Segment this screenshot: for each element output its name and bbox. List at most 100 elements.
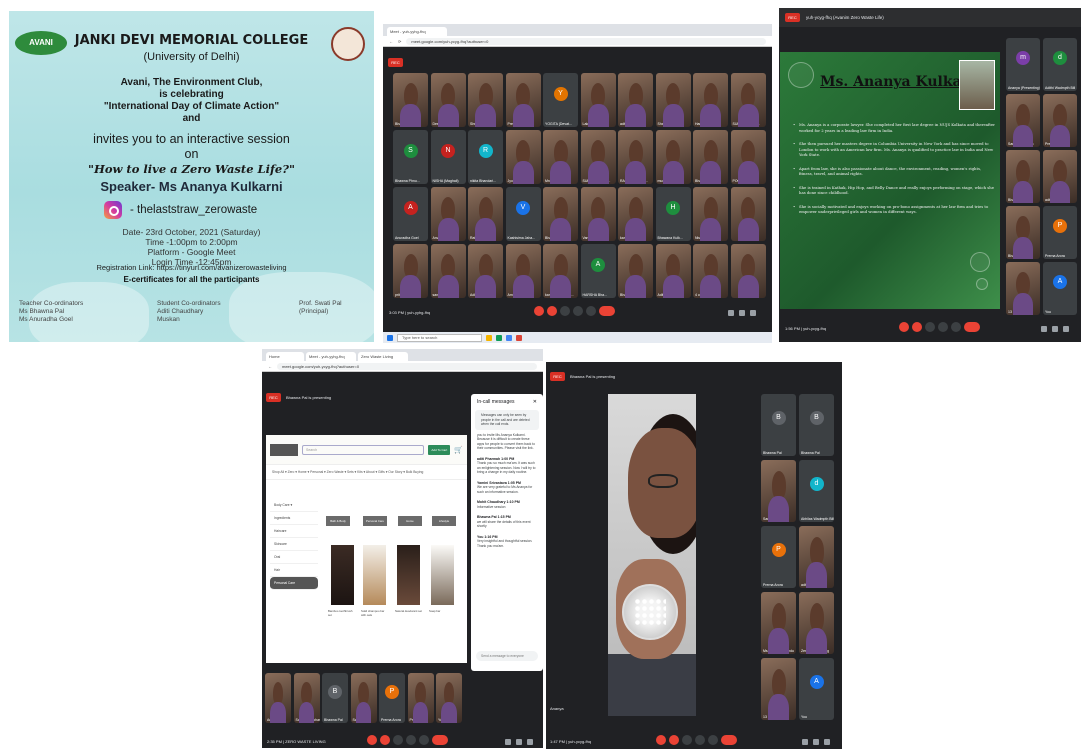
participant-tile[interactable]: d Abhilas Wadmpth Bill [799,460,834,522]
participant-tile[interactable]: sanenji Prasoodil [430,244,466,298]
product-caption[interactable]: Bamboo toothbrush set [328,609,356,617]
present-button[interactable] [938,322,948,332]
browser-tab[interactable]: Home [266,352,304,361]
participant-tile[interactable]: P Prerna Arora [1043,206,1077,259]
participant-tile[interactable]: P Prerna Arora [761,526,796,588]
captions-button[interactable] [682,735,692,745]
sidebar-item[interactable]: Oral [270,551,318,564]
product-caption[interactable]: Soap bar [429,609,457,613]
participant-tile[interactable]: Bhawna Sharma [618,244,653,298]
camera-button[interactable] [912,322,922,332]
more-options-button[interactable] [951,322,961,332]
participant-tile[interactable]: B Bhawna Pal [322,673,348,723]
folder-icon[interactable] [486,334,492,341]
participant-tile[interactable]: Bhawna [543,187,578,241]
participant-tile[interactable]: Bhawna Pal [1006,150,1040,203]
more-options-button[interactable] [708,735,718,745]
sidebar-item[interactable]: Ingredients [270,512,318,525]
info-icon[interactable] [505,739,511,745]
participant-tile[interactable]: Sandhya Mohan [293,673,320,723]
camera-button[interactable] [380,735,390,745]
chrome-icon[interactable] [496,334,502,341]
present-button[interactable] [406,735,416,745]
participant-tile[interactable]: Prerna Arora [505,73,541,127]
participant-tile[interactable]: Varsha Bansal [580,187,616,241]
participant-tile[interactable]: S Bhawna Phnu... [393,130,428,184]
info-icon[interactable] [802,739,808,745]
product-caption[interactable]: Natural deodorant set [395,609,423,613]
back-icon[interactable]: ← [389,39,393,44]
participant-tile[interactable]: Swati Pal [350,673,377,723]
participant-tile[interactable]: aditi Pharmah [799,526,834,588]
participant-tile[interactable]: Ratna Pal [468,187,503,241]
sidebar-item[interactable]: Skincare [270,538,318,551]
chat-icon[interactable] [750,310,756,316]
participant-tile[interactable]: A HARSHA Bha... [580,244,616,298]
mic-button[interactable] [899,322,909,332]
info-icon[interactable] [728,310,734,316]
participant-tile[interactable]: H Bhawana Kulk... [655,187,691,241]
product-image[interactable] [331,545,354,605]
participant-tile[interactable]: Zero Waste Living [799,592,834,654]
people-icon[interactable] [739,310,745,316]
leave-call-button[interactable] [721,735,737,745]
participant-tile[interactable]: A You [799,658,834,720]
info-icon[interactable] [1041,326,1047,332]
category-button[interactable]: Bath & Body [326,516,350,526]
participant-tile[interactable]: Shawna Pal [655,73,691,127]
chat-input[interactable]: Send a message to everyone [476,651,538,661]
url-input[interactable]: meet.google.com/yuh-ycyg-fhq?authuser=0 [277,362,537,370]
participant-tile[interactable]: Deepanshi [430,73,466,127]
shop-nav[interactable]: Shop All ▾ Zero ▾ Home ▾ Personal ▾ Zero… [266,465,467,480]
participant-tile[interactable]: Mn Prerna Sh... [543,130,578,184]
participant-tile[interactable]: Prerna [1043,94,1077,147]
participant-tile[interactable] [730,244,766,298]
participant-tile[interactable]: V Kashisima Jaha... [505,187,541,241]
category-button[interactable]: Home [398,516,422,526]
participant-tile[interactable]: Bhawna Pal [393,73,428,127]
sidebar-item[interactable]: Personal Care [270,577,318,590]
camera-button[interactable] [669,735,679,745]
participant-tile[interactable]: SUIC Anju (IDN... [730,73,766,127]
participant-tile[interactable]: Amrita Bhan... [505,244,541,298]
participant-tile[interactable]: A Anuradha Goel [393,187,428,241]
shop-search-input[interactable]: Search [302,444,425,455]
participant-tile[interactable]: RAMESH (Yusu... [618,130,653,184]
category-button[interactable]: Personal Care [363,516,387,526]
participant-tile[interactable]: B Bhawna Pal [799,394,834,456]
participant-tile[interactable]: Sandhya Mohan [761,460,796,522]
mic-button[interactable] [534,306,544,316]
captions-button[interactable] [560,306,570,316]
present-button[interactable] [695,735,705,745]
sidebar-item[interactable]: Hair [270,564,318,577]
participant-tile[interactable]: kanika Kalidas [618,187,653,241]
participant-tile[interactable]: Nishi Goyal [693,187,728,241]
participant-tile[interactable]: SURBHI (St Ste... [580,130,616,184]
people-icon[interactable] [516,739,522,745]
participant-tile[interactable]: Rnikita Bhandari... [468,130,503,184]
app-icon[interactable] [516,334,522,341]
participant-tile[interactable]: A You [1043,262,1077,315]
participant-tile[interactable]: Bhawna Pal [1006,206,1040,259]
sidebar-item[interactable]: Body Care ▾ [270,499,318,512]
more-options-button[interactable] [586,306,596,316]
participant-tile[interactable]: Y YOGITA (Devat... [543,73,578,127]
leave-call-button[interactable] [964,322,980,332]
participant-tile[interactable]: Bhawna Pal [693,130,728,184]
browser-tab[interactable]: Meet - yuh-yyhg-fhq [306,352,356,361]
captions-button[interactable] [925,322,935,332]
close-icon[interactable]: ✕ [533,399,537,405]
present-button[interactable] [573,306,583,316]
browser-tab[interactable]: Meet - yuh-yyhg-fhq [387,27,447,36]
participant-tile[interactable]: aditi Pharmah [1043,150,1077,203]
participant-tile[interactable]: m Ananya (Presenting) [1006,38,1040,91]
product-image[interactable] [363,545,386,605]
participant-tile[interactable]: Pra Bhan [407,673,434,723]
cart-icon[interactable]: 🛒 [454,446,463,454]
participant-tile[interactable]: 13 others [761,658,796,720]
product-image[interactable] [397,545,420,605]
taskbar-search-input[interactable]: Type here to search [397,333,482,342]
participant-tile[interactable]: You [436,673,462,723]
participant-tile[interactable]: d Adithi Wadmpth Bill [1043,38,1077,91]
participant-tile[interactable]: Aditi Chaudhary [655,244,691,298]
